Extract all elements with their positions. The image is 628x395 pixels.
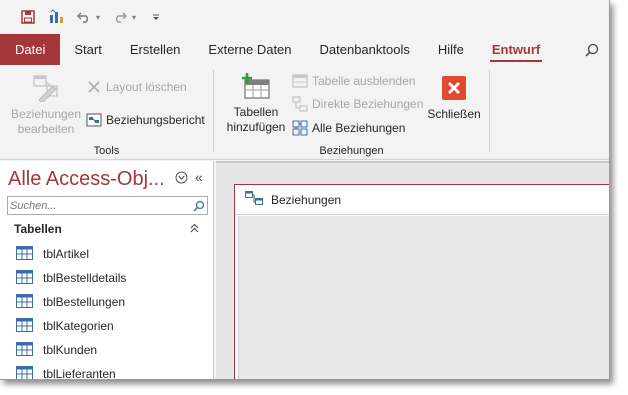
tab-start[interactable]: Start xyxy=(60,34,115,65)
hide-table-button[interactable]: Tabelle ausblenden xyxy=(292,71,415,91)
ribbon: Beziehungen bearbeiten Layout löschen Be… xyxy=(0,65,609,160)
navigation-pane: Alle Access-Obj... « Tabellen tblArtikel xyxy=(0,161,214,380)
nav-pane-title[interactable]: Alle Access-Obj... xyxy=(8,168,165,191)
nav-dropdown-icon[interactable] xyxy=(175,171,188,187)
document-area: Beziehungen xyxy=(216,161,609,379)
nav-item-table[interactable]: tblArtikel xyxy=(0,242,213,266)
redo-dropdown-icon[interactable]: ▾ xyxy=(132,13,136,22)
nav-item-label: tblBestellungen xyxy=(43,295,126,309)
table-icon xyxy=(16,269,33,287)
direct-relationships-label: Direkte Beziehungen xyxy=(312,97,424,111)
nav-category-header[interactable]: Tabellen xyxy=(0,218,213,240)
table-icon xyxy=(16,341,33,359)
tab-database-tools[interactable]: Datenbanktools xyxy=(306,34,424,65)
tab-create[interactable]: Erstellen xyxy=(116,34,195,65)
relationships-window: Beziehungen xyxy=(234,184,609,379)
nav-search-input[interactable] xyxy=(8,197,186,214)
nav-item-table[interactable]: tblKategorien xyxy=(0,314,213,338)
close-label: Schließen xyxy=(427,107,481,121)
add-table-icon xyxy=(240,71,272,101)
direct-relationships-icon xyxy=(292,96,308,112)
add-tables-button[interactable]: Tabellen hinzufügen xyxy=(222,71,290,135)
nav-item-table[interactable]: tblBestellungen xyxy=(0,290,213,314)
customize-qat-icon[interactable] xyxy=(148,9,164,25)
clear-x-icon xyxy=(86,79,102,95)
group-separator xyxy=(489,70,490,152)
table-icon xyxy=(16,365,33,379)
close-button[interactable]: Schließen xyxy=(424,73,484,122)
nav-search-box xyxy=(7,196,208,215)
relationship-report-label: Beziehungsbericht xyxy=(106,113,205,127)
relationships-tab[interactable]: Beziehungen xyxy=(235,185,609,215)
undo-icon[interactable] xyxy=(76,9,92,25)
relationships-icon xyxy=(245,191,263,208)
all-relationships-icon xyxy=(292,120,308,136)
table-icon xyxy=(16,317,33,335)
tab-help[interactable]: Hilfe xyxy=(424,34,478,65)
nav-item-label: tblBestelldetails xyxy=(43,271,127,285)
group-tools-label: Tools xyxy=(93,145,120,157)
nav-item-label: tblKategorien xyxy=(43,319,114,333)
hide-table-icon xyxy=(292,73,308,89)
relationship-report-button[interactable]: Beziehungsbericht xyxy=(86,110,205,130)
undo-dropdown-icon[interactable]: ▾ xyxy=(96,13,100,22)
ribbon-tabs: Datei Start Erstellen Externe Daten Date… xyxy=(0,34,609,65)
close-icon xyxy=(438,73,470,103)
add-tables-label: Tabellen hinzufügen xyxy=(226,105,286,134)
group-tools: Beziehungen bearbeiten Layout löschen Be… xyxy=(0,65,213,160)
nav-table-list: tblArtikel tblBestelldetails tblBestellu… xyxy=(0,242,213,380)
save-icon[interactable] xyxy=(20,9,36,25)
group-relationships: Tabellen hinzufügen Tabelle ausblenden D… xyxy=(214,65,489,160)
nav-item-label: tblKunden xyxy=(43,343,98,357)
nav-item-label: tblLieferanten xyxy=(43,367,116,380)
search-icon[interactable] xyxy=(191,198,206,213)
edit-relationships-button[interactable]: Beziehungen bearbeiten xyxy=(8,73,84,137)
relationships-canvas[interactable] xyxy=(238,216,609,379)
tab-design[interactable]: Entwurf xyxy=(478,34,554,65)
clear-layout-button[interactable]: Layout löschen xyxy=(86,77,187,97)
relationship-report-icon xyxy=(86,112,102,128)
nav-category-label: Tabellen xyxy=(14,222,62,236)
quick-access-toolbar: ▾ ▾ xyxy=(0,0,609,34)
nav-item-table[interactable]: tblLieferanten xyxy=(0,362,213,380)
nav-item-label: tblArtikel xyxy=(43,247,90,261)
document-area-border xyxy=(216,161,609,163)
property-sheet-icon[interactable] xyxy=(48,9,64,25)
nav-item-table[interactable]: tblKunden xyxy=(0,338,213,362)
collapse-pane-icon[interactable]: « xyxy=(195,169,203,185)
edit-relationships-icon xyxy=(30,73,62,103)
direct-relationships-button[interactable]: Direkte Beziehungen xyxy=(292,94,423,114)
table-icon xyxy=(16,245,33,263)
search-icon[interactable] xyxy=(571,34,609,65)
table-icon xyxy=(16,293,33,311)
access-window: ▾ ▾ Datei Start Erstellen Externe Daten … xyxy=(0,0,610,380)
redo-icon[interactable] xyxy=(112,9,128,25)
relationships-tab-label: Beziehungen xyxy=(271,192,342,207)
all-relationships-label: Alle Beziehungen xyxy=(312,121,406,135)
all-relationships-button[interactable]: Alle Beziehungen xyxy=(292,118,405,138)
collapse-group-icon[interactable] xyxy=(190,223,199,236)
edit-relationships-label: Beziehungen bearbeiten xyxy=(10,107,82,136)
nav-item-table[interactable]: tblBestelldetails xyxy=(0,266,213,290)
group-relationships-label: Beziehungen xyxy=(319,145,384,157)
hide-table-label: Tabelle ausblenden xyxy=(312,74,416,88)
clear-layout-label: Layout löschen xyxy=(106,80,187,94)
tab-external-data[interactable]: Externe Daten xyxy=(194,34,305,65)
tab-file[interactable]: Datei xyxy=(0,34,61,65)
